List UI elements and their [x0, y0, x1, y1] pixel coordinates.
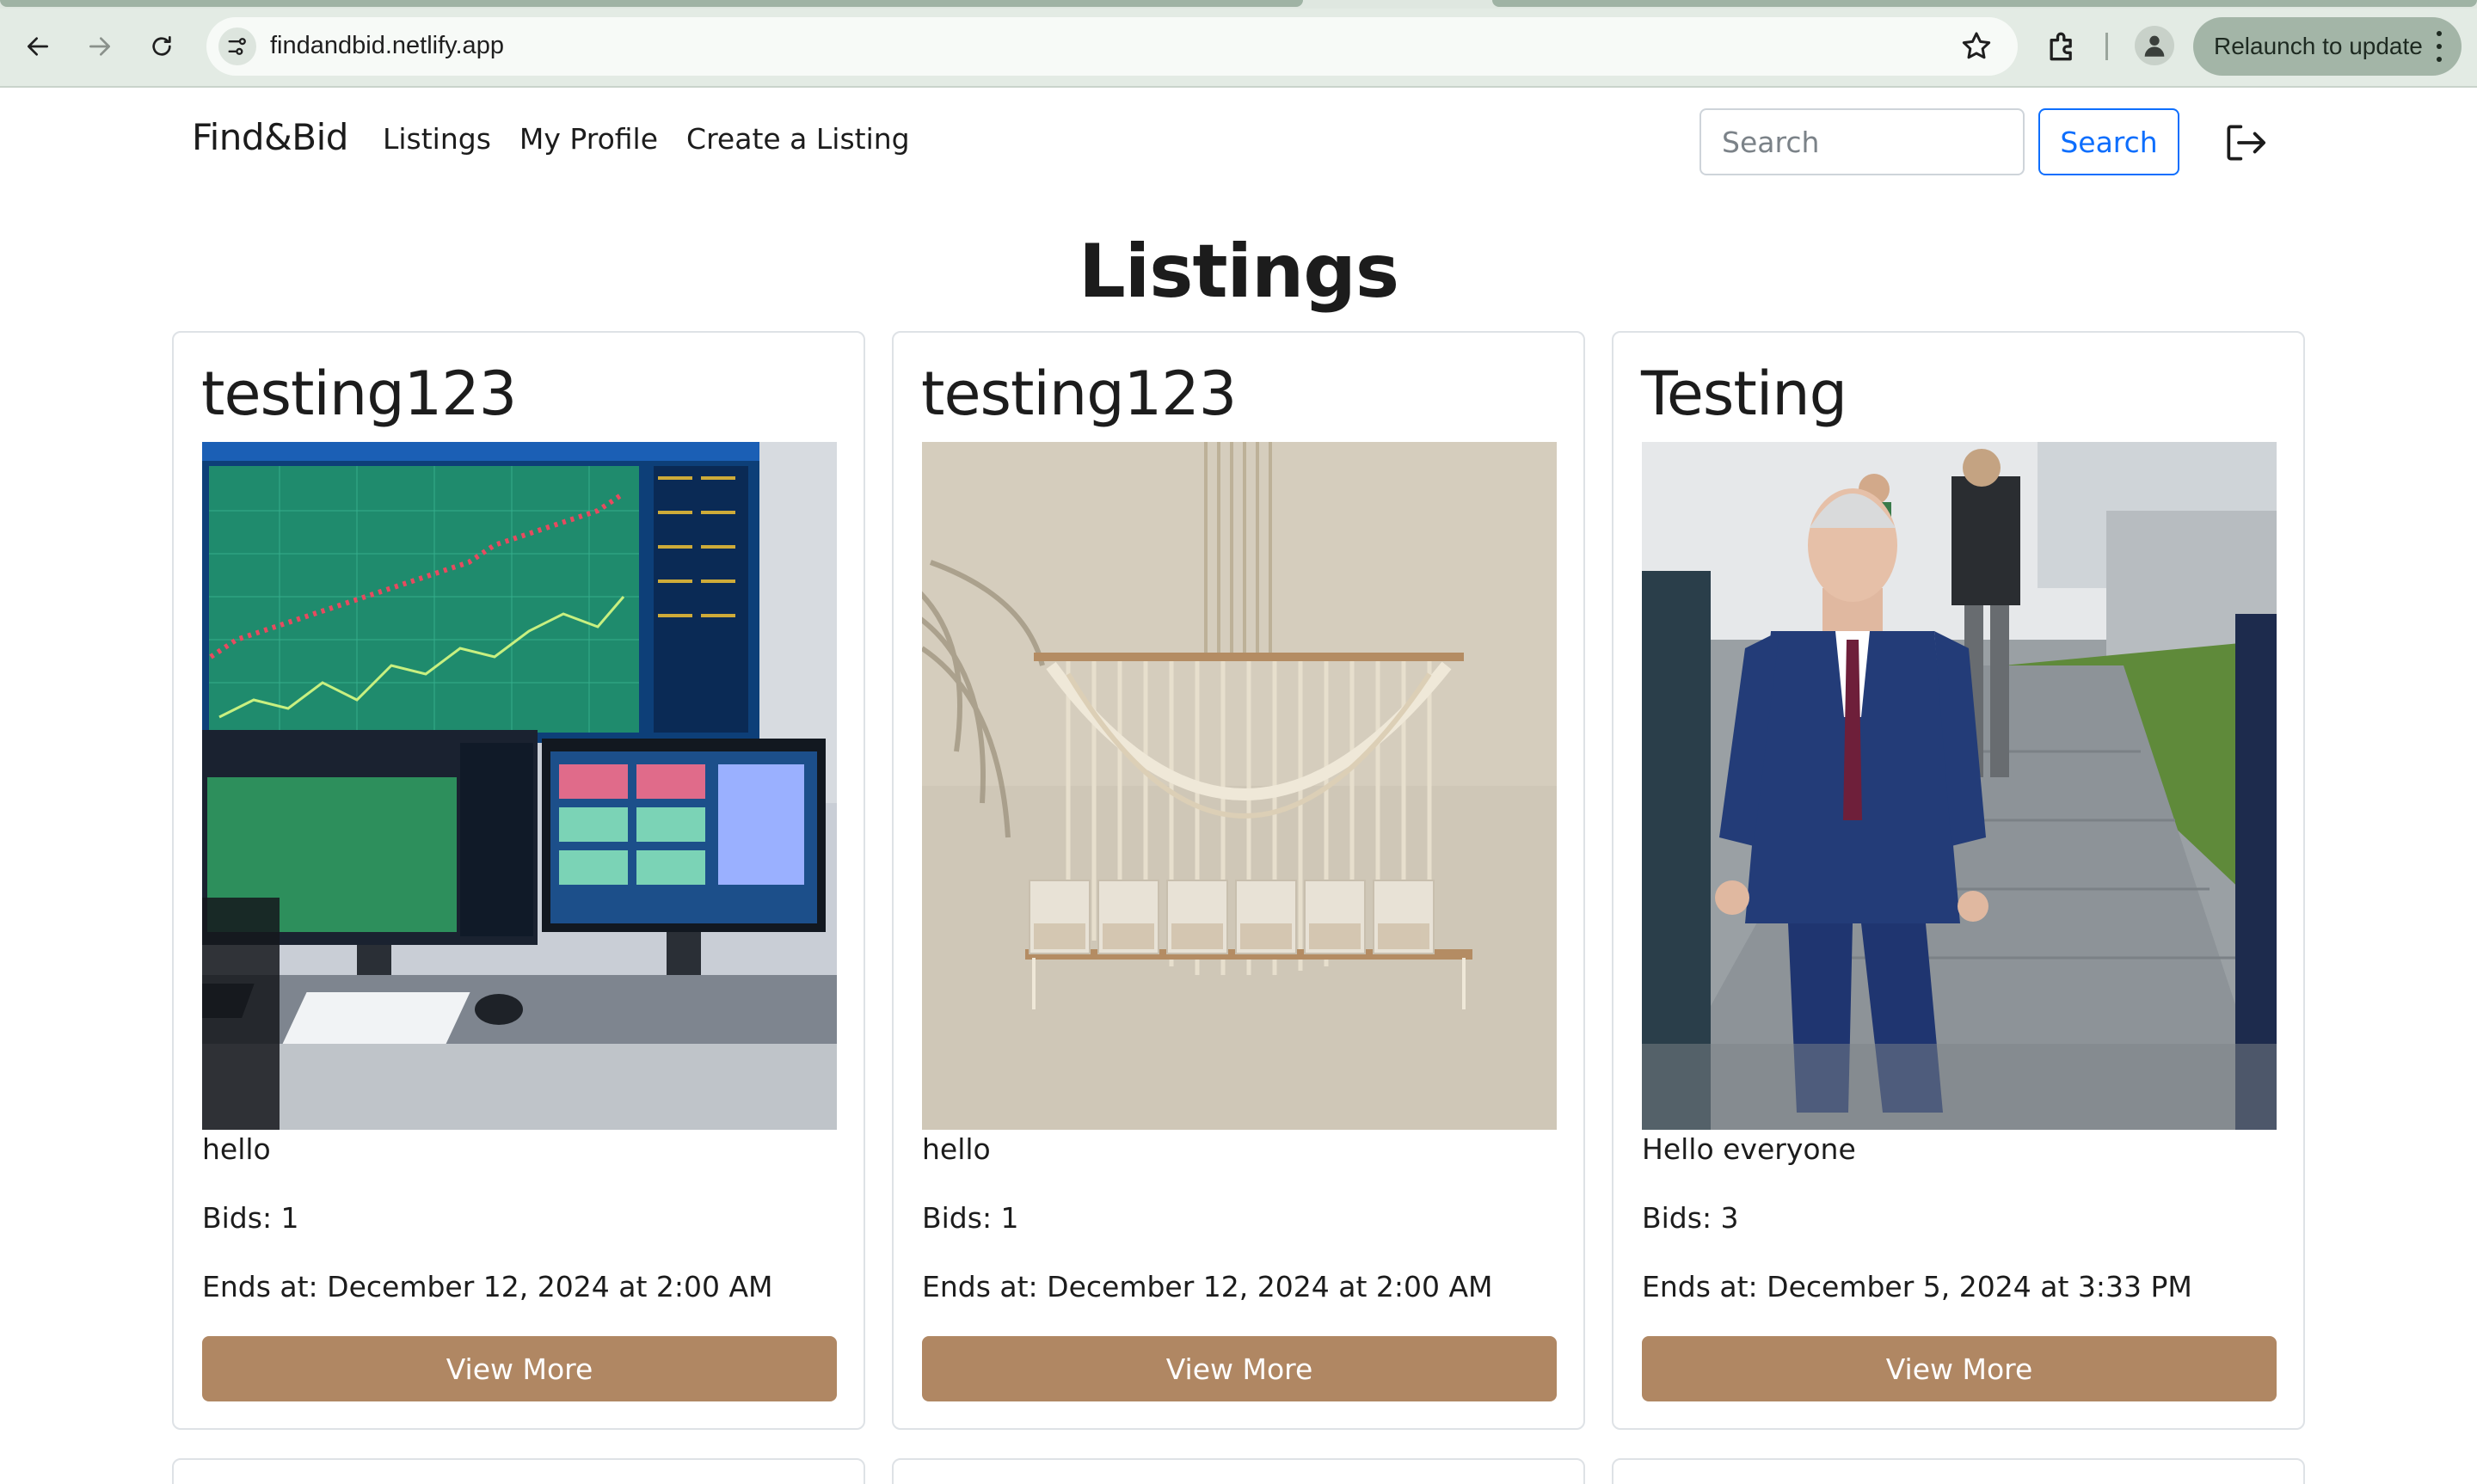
- relaunch-update-button[interactable]: Relaunch to update: [2193, 17, 2462, 76]
- listing-card: Testing Hello everyone Bids: 3 Ends at: …: [1612, 331, 2305, 1430]
- browser-tab[interactable]: [1492, 0, 2477, 7]
- bookmark-star-icon[interactable]: [1959, 29, 1994, 64]
- relaunch-label: Relaunch to update: [2214, 33, 2423, 59]
- search-input[interactable]: [1699, 108, 2025, 175]
- address-bar[interactable]: findandbid.netlify.app: [206, 17, 2018, 76]
- forward-arrow-icon[interactable]: [79, 26, 120, 67]
- view-more-button[interactable]: View More: [202, 1336, 837, 1401]
- browser-toolbar: findandbid.netlify.app Relaunch to updat…: [0, 0, 2477, 88]
- listing-title: testing123: [921, 359, 1237, 429]
- brand-logo[interactable]: Find&Bid: [192, 116, 348, 158]
- listing-card: testing123 hello Bids: 1 Ends at: Decemb…: [172, 331, 865, 1430]
- site-navbar: Find&Bid Listings My Profile Create a Li…: [0, 89, 2477, 193]
- listing-image: [922, 442, 1557, 1130]
- address-url: findandbid.netlify.app: [270, 32, 504, 59]
- view-more-button[interactable]: View More: [922, 1336, 1557, 1401]
- listing-bids: Bids: 1: [922, 1201, 1019, 1235]
- listing-image: [1642, 442, 2277, 1130]
- browser-tab[interactable]: [0, 0, 1303, 7]
- listing-description: Hello everyone: [1642, 1132, 1856, 1166]
- search-button[interactable]: Search: [2038, 108, 2179, 175]
- listing-end-date: Ends at: December 12, 2024 at 2:00 AM: [922, 1270, 1493, 1303]
- listing-end-date: Ends at: December 12, 2024 at 2:00 AM: [202, 1270, 773, 1303]
- listing-card: [892, 1458, 1585, 1484]
- reload-icon[interactable]: [141, 26, 182, 67]
- tab-strip: [0, 0, 2477, 9]
- back-arrow-icon[interactable]: [17, 26, 58, 67]
- listing-card: [172, 1458, 865, 1484]
- listing-image: [202, 442, 837, 1130]
- logout-icon[interactable]: [2221, 119, 2269, 167]
- nav-links: Listings My Profile Create a Listing: [383, 122, 910, 156]
- listing-description: hello: [922, 1132, 991, 1166]
- nav-link-listings[interactable]: Listings: [383, 122, 491, 156]
- toolbar-divider: [2105, 33, 2108, 60]
- nav-link-my-profile[interactable]: My Profile: [519, 122, 658, 156]
- listing-end-date: Ends at: December 5, 2024 at 3:33 PM: [1642, 1270, 2192, 1303]
- view-more-button[interactable]: View More: [1642, 1336, 2277, 1401]
- nav-link-create-listing[interactable]: Create a Listing: [686, 122, 910, 156]
- listing-title: testing123: [201, 359, 517, 429]
- site-settings-icon[interactable]: [218, 28, 256, 65]
- listing-card: [1612, 1458, 2305, 1484]
- listing-bids: Bids: 1: [202, 1201, 299, 1235]
- page-title: Listings: [1078, 229, 1399, 315]
- listing-title: Testing: [1641, 359, 1847, 429]
- listing-card: testing123 hello Bids: 1 Ends at: Decemb…: [892, 331, 1585, 1430]
- extensions-puzzle-icon[interactable]: [2044, 28, 2081, 65]
- listing-description: hello: [202, 1132, 271, 1166]
- listing-bids: Bids: 3: [1642, 1201, 1739, 1235]
- profile-avatar-icon[interactable]: [2135, 26, 2174, 65]
- more-options-icon[interactable]: [2436, 31, 2443, 62]
